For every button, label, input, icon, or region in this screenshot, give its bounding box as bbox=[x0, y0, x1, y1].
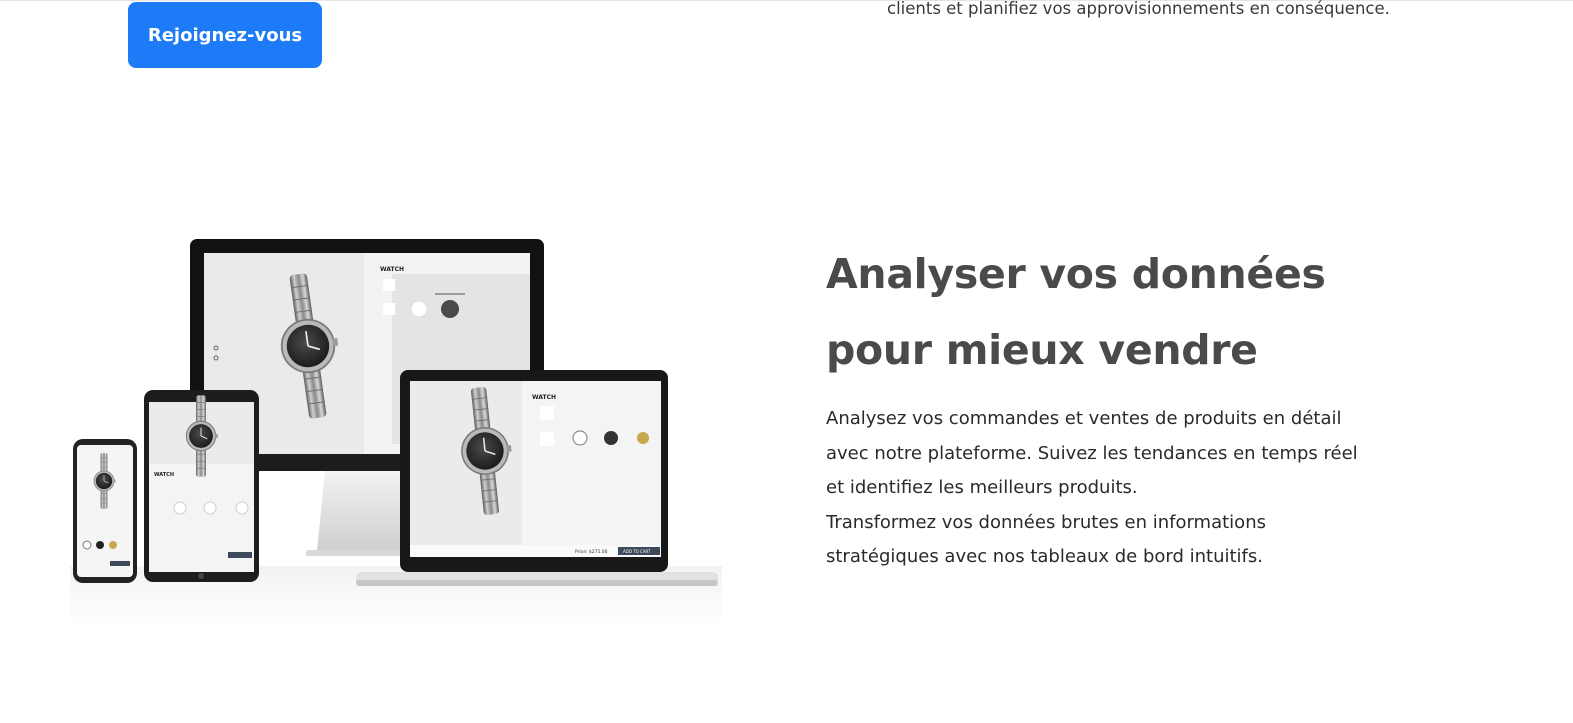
svg-text:WATCH: WATCH bbox=[380, 266, 404, 273]
devices-mockup-image: WATCH WATCH Price: $275.00 ADD TO CART W… bbox=[70, 239, 722, 628]
svg-text:Price: $275.00: Price: $275.00 bbox=[575, 549, 608, 555]
previous-section-text: clients et planifiez vos approvisionneme… bbox=[887, 0, 1390, 18]
section-paragraph-transform: Transformez vos données brutes en inform… bbox=[826, 511, 1266, 568]
svg-text:WATCH: WATCH bbox=[154, 472, 174, 478]
join-button[interactable]: Rejoignez-vous bbox=[128, 2, 322, 68]
svg-text:ADD TO CART: ADD TO CART bbox=[623, 549, 651, 554]
section-paragraph-analyse: Analysez vos commandes et ventes de prod… bbox=[826, 408, 1358, 498]
section-title: Analyser vos données pour mieux vendre bbox=[826, 250, 1326, 374]
section-description: Analysez vos commandes et ventes de prod… bbox=[826, 402, 1366, 575]
svg-text:WATCH: WATCH bbox=[532, 394, 556, 401]
